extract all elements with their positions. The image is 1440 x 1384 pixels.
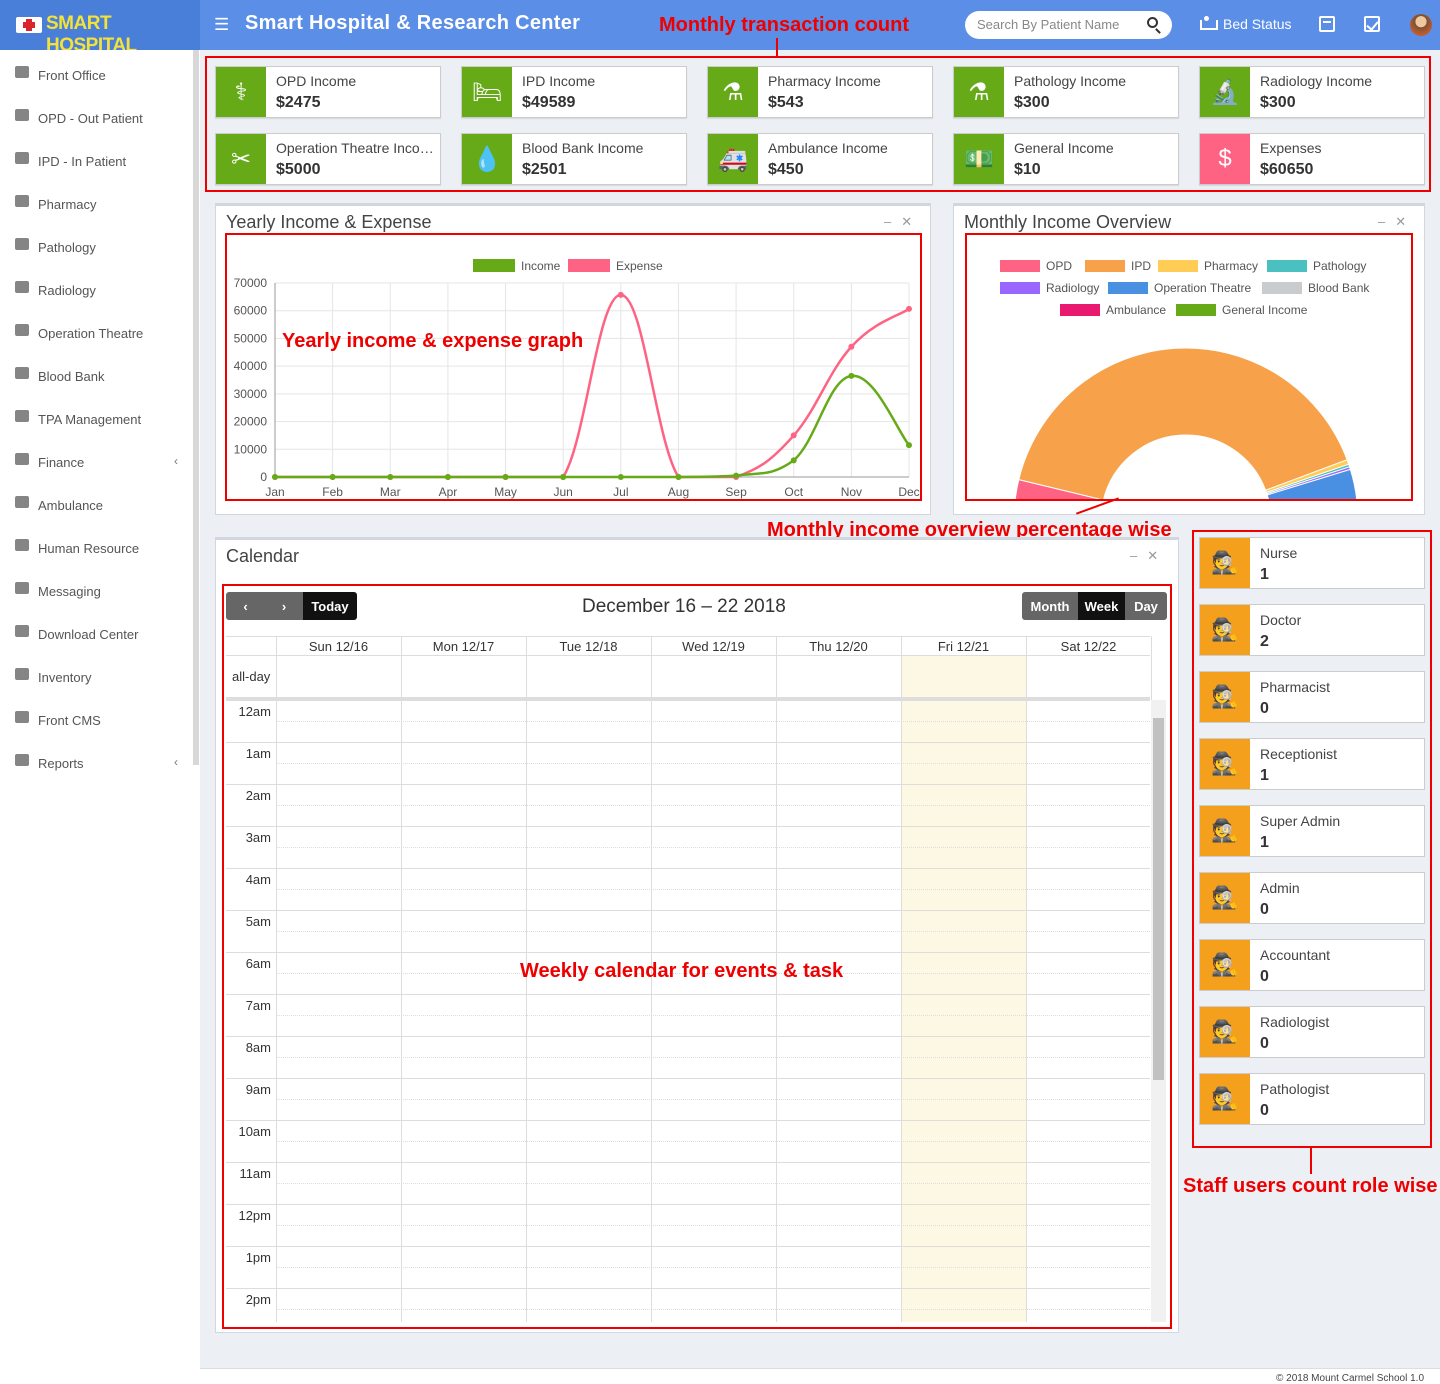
sidebar: Front Office OPD - Out Patient IPD - In Pa… bbox=[0, 50, 200, 1384]
sidebar-item-label: Radiology bbox=[38, 283, 96, 298]
annotation-staff-count: Staff users count role wise bbox=[1183, 1175, 1438, 1197]
sidebar-item-label: Front CMS bbox=[38, 713, 101, 728]
sidebar-item-icon bbox=[15, 66, 29, 78]
bed-status-label: Bed Status bbox=[1223, 16, 1292, 32]
annotation-box-staff bbox=[1192, 530, 1432, 1148]
monthly-title: Monthly Income Overview bbox=[964, 212, 1172, 232]
sidebar-item[interactable]: Ambulance bbox=[0, 484, 192, 520]
sidebar-item-label: Pharmacy bbox=[38, 197, 97, 212]
sidebar-item[interactable]: Inventory bbox=[0, 656, 192, 692]
patient-search bbox=[965, 11, 1172, 39]
avatar[interactable] bbox=[1410, 14, 1432, 36]
sidebar-item[interactable]: Messaging bbox=[0, 570, 192, 606]
sidebar-item-icon bbox=[15, 668, 29, 680]
yearly-title: Yearly Income & Expense bbox=[226, 212, 432, 232]
sidebar-item[interactable]: Front Office bbox=[0, 54, 192, 90]
annotation-box-calendar bbox=[222, 584, 1172, 1329]
bed-status-button[interactable]: Bed Status bbox=[1200, 16, 1292, 32]
sidebar-item-label: Operation Theatre bbox=[38, 326, 144, 341]
sidebar-item-label: Front Office bbox=[38, 68, 106, 83]
sidebar-item[interactable]: Pathology bbox=[0, 226, 192, 262]
annotation-line bbox=[1310, 1148, 1312, 1174]
sidebar-item-icon bbox=[15, 582, 29, 594]
chevron-left-icon: ‹ bbox=[174, 755, 178, 769]
calendar-icon[interactable] bbox=[1319, 16, 1335, 32]
search-icon[interactable] bbox=[1147, 17, 1158, 28]
sidebar-item-icon bbox=[15, 453, 29, 465]
footer bbox=[200, 1368, 1440, 1384]
sidebar-item-label: Finance bbox=[38, 455, 85, 470]
annotation-box-monthly bbox=[965, 233, 1413, 501]
sidebar-item-label: TPA Management bbox=[38, 412, 142, 427]
bed-icon bbox=[1200, 16, 1218, 31]
sidebar-item-label: Blood Bank bbox=[38, 369, 105, 384]
sidebar-item[interactable]: Reports ‹ bbox=[0, 742, 192, 778]
sidebar-item-label: IPD - In Patient bbox=[38, 154, 127, 169]
sidebar-item-label: Human Resource bbox=[38, 541, 140, 556]
sidebar-item-icon bbox=[15, 539, 29, 551]
sidebar-item[interactable]: Radiology bbox=[0, 269, 192, 305]
menu-toggle-icon[interactable]: ☰ bbox=[214, 15, 229, 35]
page-title: Smart Hospital & Research Center bbox=[245, 12, 581, 34]
annotation-yearly-graph: Yearly income & expense graph bbox=[282, 330, 584, 352]
annotation-monthly-count: Monthly transaction count bbox=[659, 14, 909, 36]
search-input[interactable] bbox=[977, 17, 1137, 32]
sidebar-item-label: Download Center bbox=[38, 627, 139, 642]
sidebar-item-icon bbox=[15, 238, 29, 250]
sidebar-item[interactable]: Pharmacy bbox=[0, 183, 192, 219]
sidebar-item-icon bbox=[15, 367, 29, 379]
sidebar-item-icon bbox=[15, 410, 29, 422]
sidebar-item-icon bbox=[15, 109, 29, 121]
sidebar-item-label: OPD - Out Patient bbox=[38, 111, 143, 126]
sidebar-item[interactable]: Blood Bank bbox=[0, 355, 192, 391]
logo[interactable]: SMART HOSPITAL bbox=[0, 0, 200, 56]
sidebar-item[interactable]: TPA Management bbox=[0, 398, 192, 434]
sidebar-item-icon bbox=[15, 711, 29, 723]
annotation-weekly-calendar: Weekly calendar for events & task bbox=[520, 960, 844, 982]
sidebar-item[interactable]: Front CMS bbox=[0, 699, 192, 735]
sidebar-item-icon bbox=[15, 195, 29, 207]
task-check-icon[interactable] bbox=[1364, 16, 1380, 32]
sidebar-item-label: Messaging bbox=[38, 584, 101, 599]
sidebar-item[interactable]: Download Center bbox=[0, 613, 192, 649]
sidebar-item-label: Pathology bbox=[38, 240, 96, 255]
hospital-cross-icon bbox=[16, 17, 42, 33]
box-tools[interactable]: –✕ bbox=[884, 214, 922, 230]
sidebar-item[interactable]: IPD - In Patient bbox=[0, 140, 192, 176]
sidebar-item-icon bbox=[15, 496, 29, 508]
annotation-box-yearly bbox=[225, 233, 922, 501]
chevron-left-icon: ‹ bbox=[174, 454, 178, 468]
calendar-title: Calendar bbox=[226, 546, 300, 566]
sidebar-item-label: Reports bbox=[38, 756, 84, 771]
sidebar-item[interactable]: OPD - Out Patient bbox=[0, 97, 192, 133]
sidebar-scrollbar[interactable] bbox=[193, 50, 199, 765]
sidebar-item-icon bbox=[15, 754, 29, 766]
sidebar-item-label: Inventory bbox=[38, 670, 92, 685]
copyright: © 2018 Mount Carmel School 1.0 bbox=[1276, 1373, 1425, 1384]
sidebar-item-icon bbox=[15, 152, 29, 164]
sidebar-item-icon bbox=[15, 625, 29, 637]
sidebar-item-icon bbox=[15, 281, 29, 293]
box-tools[interactable]: –✕ bbox=[1378, 214, 1416, 230]
sidebar-item[interactable]: Finance ‹ bbox=[0, 441, 192, 477]
box-tools[interactable]: –✕ bbox=[1130, 548, 1168, 564]
sidebar-item-icon bbox=[15, 324, 29, 336]
sidebar-item-label: Ambulance bbox=[38, 498, 104, 513]
sidebar-item[interactable]: Human Resource bbox=[0, 527, 192, 563]
sidebar-item[interactable]: Operation Theatre bbox=[0, 312, 192, 348]
annotation-box-income bbox=[205, 56, 1431, 192]
annotation-line bbox=[776, 38, 778, 57]
